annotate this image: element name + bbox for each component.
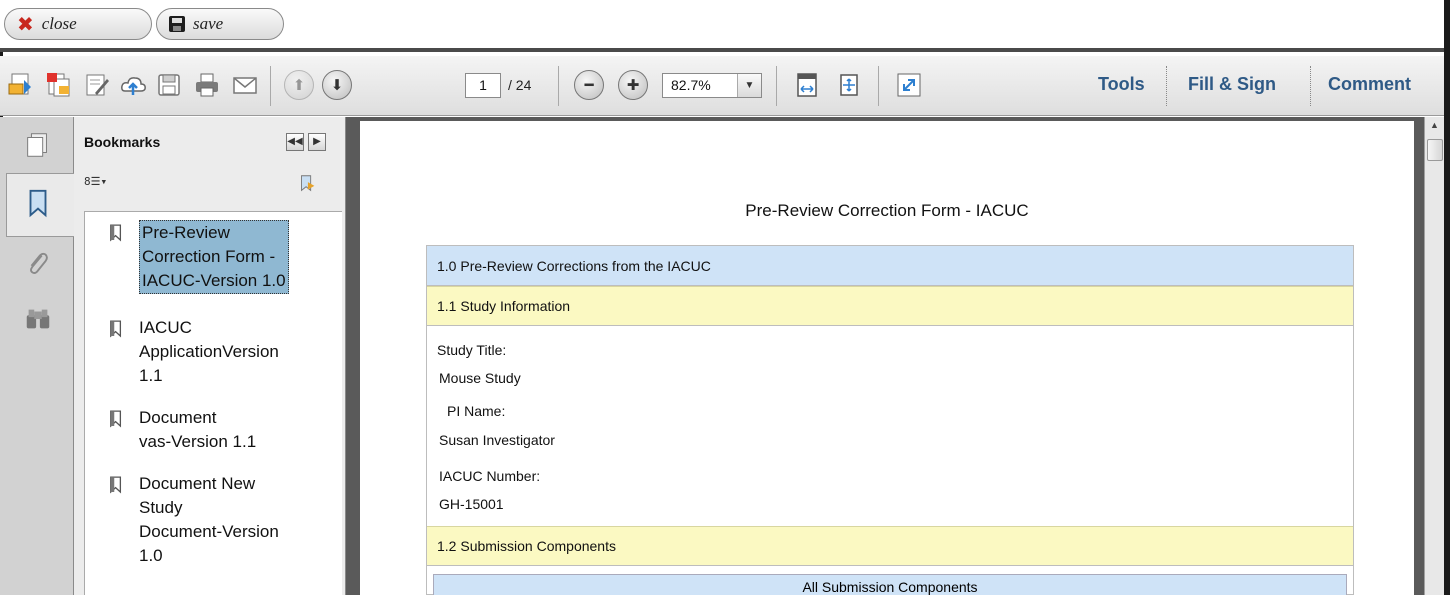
document-page: Pre-Review Correction Form - IACUC 1.0 P… (360, 121, 1414, 595)
bookmark-label: IACUC ApplicationVersion 1.1 (139, 318, 279, 385)
bookmark-item[interactable]: IACUC ApplicationVersion 1.1 (85, 316, 341, 396)
correction-form: 1.0 Pre-Review Corrections from the IACU… (426, 245, 1354, 595)
bookmarks-title: Bookmarks (84, 134, 161, 150)
zoom-level-select[interactable]: 82.7% ▼ (662, 73, 762, 98)
all-submission-components-header: All Submission Components (433, 574, 1347, 595)
comment-link[interactable]: Comment (1328, 74, 1411, 95)
bookmark-list: Pre-Review Correction Form - IACUC-Versi… (84, 211, 342, 595)
bookmark-item[interactable]: Document New Study Document-Version 1.0 (85, 472, 341, 582)
bookmark-label: Document New Study Document-Version 1.0 (139, 474, 279, 565)
next-page-icon[interactable]: ⬇ (322, 70, 352, 100)
scrollbar-thumb[interactable] (1427, 139, 1443, 161)
bookmark-item[interactable]: Document vas-Version 1.1 (85, 406, 341, 460)
top-bar: ✖ close save (0, 0, 1444, 52)
close-icon: ✖ (17, 12, 34, 36)
zoom-out-icon[interactable]: ━ (574, 70, 604, 100)
fit-page-icon[interactable] (792, 70, 822, 100)
page-total: / 24 (508, 77, 532, 93)
page-number-input[interactable]: 1 (465, 73, 501, 98)
toolbar-separator (1310, 66, 1311, 106)
create-pdf-icon[interactable] (6, 70, 36, 100)
section-1-0-header: 1.0 Pre-Review Corrections from the IACU… (427, 246, 1353, 286)
print-icon[interactable] (192, 70, 222, 100)
chevron-down-icon[interactable]: ▼ (737, 74, 761, 97)
window-border (1444, 0, 1450, 595)
bookmark-flag-icon (110, 410, 122, 428)
previous-page-icon[interactable]: ⬆ (284, 70, 314, 100)
new-bookmark-icon[interactable] (296, 173, 318, 200)
bookmark-label: Document vas-Version 1.1 (139, 408, 257, 451)
bookmark-icon[interactable] (22, 187, 54, 219)
iacuc-number-label: IACUC Number: (439, 468, 541, 484)
zoom-value: 82.7% (671, 77, 711, 93)
toolbar-separator (878, 66, 879, 106)
bookmark-flag-icon (110, 320, 122, 338)
bookmark-label: Pre-Review Correction Form - IACUC-Versi… (139, 220, 289, 294)
pi-name-value: Susan Investigator (439, 432, 555, 448)
pi-name-label: PI Name: (447, 403, 506, 419)
section-1-2-header: 1.2 Submission Components (427, 526, 1353, 566)
bookmark-options-icon[interactable]: 8☰▾ (84, 175, 114, 193)
iacuc-number-value: GH-15001 (439, 496, 504, 512)
convert-pdf-icon[interactable] (44, 70, 74, 100)
toolbar-separator (776, 66, 777, 106)
navigation-rail (0, 117, 74, 595)
edit-document-icon[interactable] (82, 70, 112, 100)
scroll-up-icon[interactable]: ▲ (1425, 117, 1444, 134)
bookmark-flag-icon (110, 476, 122, 494)
document-title: Pre-Review Correction Form - IACUC (745, 201, 1029, 220)
vertical-scrollbar[interactable]: ▲ (1424, 117, 1444, 595)
bookmark-flag-icon (110, 224, 122, 242)
pdf-toolbar: ⬆ ⬇ 1 / 24 ━ ✚ 82.7% ▼ Tools Fill & Sign… (0, 56, 1444, 116)
toolbar-separator (558, 66, 559, 106)
toolbar-separator (1166, 66, 1167, 106)
full-screen-icon[interactable] (894, 70, 924, 100)
save-file-icon[interactable] (154, 70, 184, 100)
bookmark-item[interactable]: Pre-Review Correction Form - IACUC-Versi… (85, 220, 341, 302)
close-button[interactable]: ✖ close (4, 8, 152, 40)
study-title-value: Mouse Study (439, 370, 521, 386)
expand-panel-icon[interactable]: ▶ (308, 133, 326, 151)
study-title-label: Study Title: (437, 342, 507, 358)
collapse-panel-icon[interactable]: ◀◀ (286, 133, 304, 151)
document-viewport[interactable]: Pre-Review Correction Form - IACUC 1.0 P… (346, 117, 1424, 595)
page-thumbnails-icon[interactable] (22, 129, 54, 161)
email-icon[interactable] (230, 70, 260, 100)
save-label: save (193, 14, 224, 33)
bookmarks-panel: Bookmarks ◀◀ ▶ 8☰▾ Pre-Review Correction… (74, 117, 346, 595)
close-label: close (41, 14, 77, 33)
paperclip-icon[interactable] (22, 247, 54, 279)
toolbar-separator (270, 66, 271, 106)
cloud-upload-icon[interactable] (118, 70, 148, 100)
fit-width-icon[interactable] (834, 70, 864, 100)
floppy-disk-icon (169, 16, 185, 32)
save-button[interactable]: save (156, 8, 284, 40)
fill-and-sign-link[interactable]: Fill & Sign (1188, 74, 1276, 95)
tools-link[interactable]: Tools (1098, 74, 1145, 95)
binoculars-icon[interactable] (22, 303, 54, 335)
section-1-1-header: 1.1 Study Information (427, 286, 1353, 326)
zoom-in-icon[interactable]: ✚ (618, 70, 648, 100)
